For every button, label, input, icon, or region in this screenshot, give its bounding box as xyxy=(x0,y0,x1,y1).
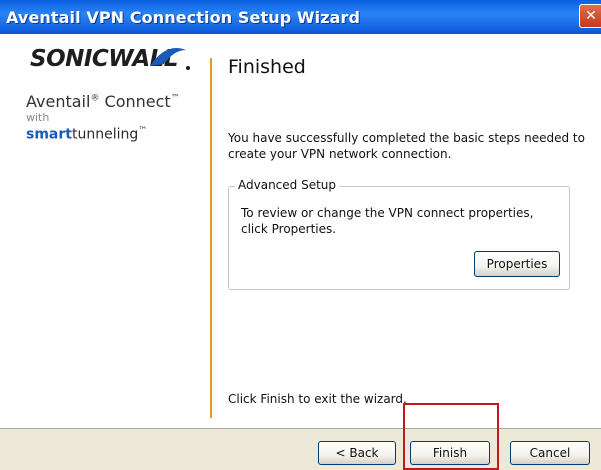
smart-prefix: smart xyxy=(26,126,72,143)
smart-suffix: tunneling xyxy=(71,126,139,143)
advanced-setup-group: Advanced Setup To review or change the V… xyxy=(228,178,570,290)
sonicwall-swoosh-icon xyxy=(150,48,190,70)
with-label: with xyxy=(26,111,50,124)
product-name-main: Aventail xyxy=(26,92,91,111)
advanced-setup-title: Advanced Setup xyxy=(235,178,340,192)
product-name: Aventail® Connect™ xyxy=(26,92,180,111)
sidebar-divider xyxy=(210,58,212,418)
cancel-button[interactable]: Cancel xyxy=(510,441,590,465)
page-title: Finished xyxy=(228,56,306,78)
completion-message: You have successfully completed the basi… xyxy=(228,131,585,161)
properties-button[interactable]: Properties xyxy=(474,251,560,277)
close-icon: ✕ xyxy=(585,8,597,24)
window-title: Aventail VPN Connection Setup Wizard xyxy=(6,7,361,27)
advanced-setup-text: To review or change the VPN connect prop… xyxy=(241,206,534,236)
sonicwall-logo: SONICWALL xyxy=(30,46,190,72)
exit-instruction: Click Finish to exit the wizard. xyxy=(228,392,407,406)
product-name-suffix: Connect xyxy=(104,92,171,111)
smart-tunneling-label: smarttunneling™ xyxy=(26,126,148,143)
finish-button[interactable]: Finish xyxy=(410,441,490,465)
close-button[interactable]: ✕ xyxy=(579,4,601,28)
back-button[interactable]: < Back xyxy=(318,441,396,465)
wizard-button-bar: < Back Finish Cancel xyxy=(0,428,601,470)
window-titlebar: Aventail VPN Connection Setup Wizard ✕ xyxy=(0,0,601,34)
product-branding: Aventail® Connect™ with smarttunneling™ xyxy=(26,92,206,143)
